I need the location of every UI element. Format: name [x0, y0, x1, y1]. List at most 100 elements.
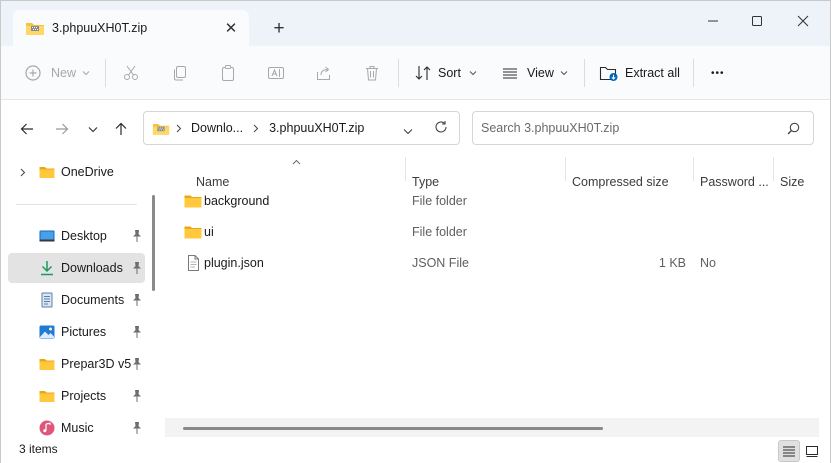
column-header-password[interactable]: Password ...: [700, 157, 772, 189]
tab-current[interactable]: 3.phpuuXH0T.zip ✕: [13, 10, 249, 46]
sidebar-scrollbar[interactable]: [152, 195, 155, 291]
plus-circle-icon: [25, 65, 41, 81]
file-explorer-window: 3.phpuuXH0T.zip ✕ + New Sort View Extrac…: [0, 0, 831, 463]
sidebar-item-onedrive[interactable]: OneDrive: [8, 157, 145, 187]
folder-icon: [184, 226, 202, 239]
chevron-down-icon: [403, 129, 413, 135]
file-list: Name Type Compressed size Password ... S…: [165, 157, 819, 437]
file-password: No: [700, 256, 716, 270]
share-icon: [317, 66, 330, 80]
column-divider[interactable]: [565, 157, 566, 181]
sidebar-item-desktop[interactable]: Desktop: [8, 221, 145, 251]
chevron-down-icon: [560, 71, 568, 76]
pin-icon: [133, 294, 141, 306]
more-options-button[interactable]: •••: [711, 59, 725, 87]
horizontal-scrollbar[interactable]: [183, 427, 603, 430]
column-divider[interactable]: [773, 157, 774, 181]
file-row[interactable]: plugin.json JSON File 1 KB No: [165, 248, 819, 278]
paste-icon: [222, 65, 234, 81]
new-tab-button[interactable]: +: [265, 15, 293, 43]
column-divider[interactable]: [693, 157, 694, 181]
address-history-button[interactable]: [403, 124, 413, 138]
share-button[interactable]: [315, 59, 333, 87]
pin-icon: [133, 422, 141, 434]
details-view-button[interactable]: [778, 440, 800, 462]
sidebar-item-label: Music: [61, 421, 94, 435]
sidebar-item-label: Pictures: [61, 325, 107, 339]
extract-all-button[interactable]: Extract all: [599, 59, 680, 87]
command-bar: New Sort View Extract all •••: [1, 46, 830, 100]
column-header-size[interactable]: Size: [780, 157, 818, 189]
pin-icon: [133, 230, 141, 242]
view-button[interactable]: View: [501, 59, 568, 87]
folder-icon: [39, 167, 55, 178]
close-window-button[interactable]: [780, 7, 826, 35]
file-row[interactable]: ui File folder: [165, 217, 819, 247]
refresh-button[interactable]: [434, 120, 448, 137]
copy-icon: [174, 66, 186, 81]
toolbar-divider: [105, 59, 106, 87]
chevron-down-icon: [88, 126, 98, 132]
breadcrumb-current[interactable]: 3.phpuuXH0T.zip: [269, 121, 364, 135]
arrow-left-icon: [20, 123, 33, 135]
extract-icon: [599, 66, 618, 81]
delete-button[interactable]: [363, 59, 381, 87]
sidebar-item-label: OneDrive: [61, 165, 114, 179]
column-header-name[interactable]: Name: [196, 157, 403, 189]
back-button[interactable]: [14, 116, 40, 142]
pin-icon: [133, 390, 141, 402]
file-row[interactable]: background File folder: [165, 186, 819, 216]
minimize-button[interactable]: [690, 7, 736, 35]
maximize-button[interactable]: [734, 7, 780, 35]
chevron-down-icon: [82, 71, 90, 76]
file-type: File folder: [412, 194, 467, 208]
cut-button[interactable]: [122, 59, 140, 87]
chevron-down-icon: [469, 71, 477, 76]
file-type: JSON File: [412, 256, 469, 270]
column-header-compressed-size[interactable]: Compressed size: [572, 157, 692, 189]
download-icon: [41, 261, 53, 276]
up-button[interactable]: [108, 116, 134, 142]
column-header-type[interactable]: Type: [412, 157, 562, 189]
address-bar[interactable]: Downlo... 3.phpuuXH0T.zip: [143, 111, 460, 145]
column-divider[interactable]: [405, 157, 406, 181]
sidebar-item-label: Desktop: [61, 229, 107, 243]
file-name: background: [204, 194, 270, 208]
rename-button[interactable]: [267, 59, 285, 87]
extract-all-label: Extract all: [625, 66, 680, 80]
sort-icon: [415, 66, 431, 80]
sidebar-item-pictures[interactable]: Pictures: [8, 317, 145, 347]
sidebar-item-projects[interactable]: Projects: [8, 381, 145, 411]
copy-button[interactable]: [171, 59, 189, 87]
refresh-icon: [435, 121, 447, 133]
item-count: 3 items: [19, 442, 58, 456]
sidebar-item-downloads[interactable]: Downloads: [8, 253, 145, 283]
file-icon: [188, 255, 199, 271]
view-list-icon: [503, 68, 517, 79]
new-label: New: [51, 66, 77, 80]
sidebar-item-prepar3d[interactable]: Prepar3D v5: [8, 349, 145, 379]
maximize-icon: [752, 16, 762, 26]
documents-icon: [41, 292, 53, 308]
recent-locations-button[interactable]: [80, 116, 106, 142]
paste-button[interactable]: [219, 59, 237, 87]
chevron-right-icon: [176, 124, 182, 132]
navigation-pane: OneDrive Desktop Downloads Documents Pic…: [1, 157, 161, 437]
forward-button[interactable]: [49, 116, 75, 142]
sidebar-item-documents[interactable]: Documents: [8, 285, 145, 315]
breadcrumb-downloads[interactable]: Downlo...: [191, 121, 243, 135]
close-tab-button[interactable]: ✕: [217, 14, 245, 42]
sidebar-item-label: Prepar3D v5: [61, 357, 132, 371]
search-box[interactable]: [472, 111, 814, 145]
scissors-icon: [124, 65, 138, 80]
desktop-icon: [39, 230, 55, 242]
pin-icon: [133, 262, 141, 274]
large-icons-view-button[interactable]: [801, 440, 823, 462]
chevron-right-icon: [253, 124, 259, 132]
navigation-row: Downlo... 3.phpuuXH0T.zip: [1, 100, 830, 157]
music-icon: [39, 420, 55, 436]
new-button[interactable]: New: [25, 59, 90, 87]
file-compressed-size: 1 KB: [658, 256, 686, 270]
sort-button[interactable]: Sort: [414, 59, 477, 87]
search-input[interactable]: [481, 121, 771, 135]
